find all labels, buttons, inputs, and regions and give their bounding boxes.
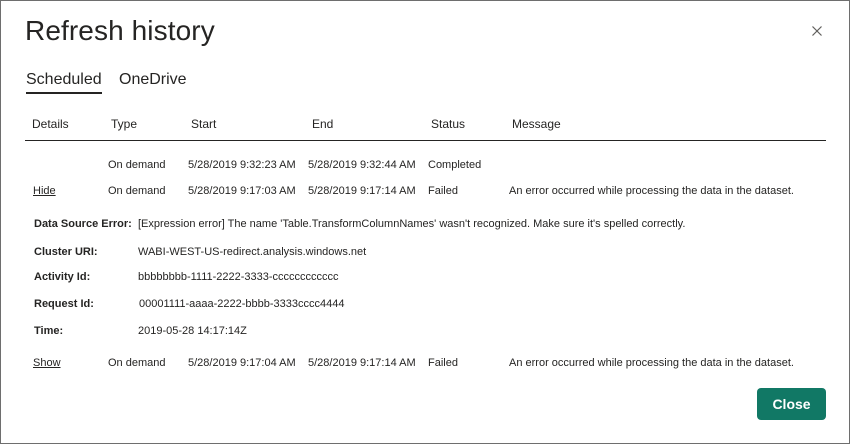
- show-details-link[interactable]: Show: [33, 357, 61, 369]
- column-header-details: Details: [32, 117, 69, 131]
- detail-value-cluster-uri: WABI-WEST-US-redirect.analysis.windows.n…: [138, 246, 367, 258]
- detail-label-time: Time:: [34, 325, 64, 337]
- detail-label-data-source-error: Data Source Error:: [34, 218, 132, 230]
- row-message: An error occurred while processing the d…: [509, 185, 794, 197]
- row-start: 5/28/2019 9:17:04 AM: [188, 357, 296, 369]
- row-end: 5/28/2019 9:17:14 AM: [308, 357, 416, 369]
- row-end: 5/28/2019 9:17:14 AM: [308, 185, 416, 197]
- row-end: 5/28/2019 9:32:44 AM: [308, 159, 416, 171]
- detail-value-activity-id: bbbbbbbb-1111-2222-3333-cccccccccccc: [138, 271, 339, 283]
- detail-label-request-id: Request Id:: [34, 298, 94, 310]
- tab-scheduled[interactable]: Scheduled: [26, 71, 102, 94]
- row-type: On demand: [108, 357, 166, 369]
- row-start: 5/28/2019 9:32:23 AM: [188, 159, 296, 171]
- detail-label-cluster-uri: Cluster URI:: [34, 246, 98, 258]
- column-header-message: Message: [512, 117, 561, 131]
- detail-value-time: 2019-05-28 14:17:14Z: [138, 325, 247, 337]
- hide-details-link[interactable]: Hide: [33, 185, 56, 197]
- row-start: 5/28/2019 9:17:03 AM: [188, 185, 296, 197]
- header-divider: [25, 140, 826, 141]
- column-header-start: Start: [191, 117, 217, 131]
- column-header-status: Status: [431, 117, 466, 131]
- close-button[interactable]: Close: [757, 388, 826, 420]
- refresh-history-dialog: Refresh history Scheduled OneDrive Detai…: [0, 0, 850, 444]
- row-status: Failed: [428, 357, 458, 369]
- close-icon[interactable]: [807, 21, 827, 41]
- row-type: On demand: [108, 159, 166, 171]
- detail-label-activity-id: Activity Id:: [34, 271, 91, 283]
- row-type: On demand: [108, 185, 166, 197]
- row-message: An error occurred while processing the d…: [509, 357, 794, 369]
- row-status: Failed: [428, 185, 458, 197]
- dialog-title: Refresh history: [25, 15, 215, 46]
- detail-value-request-id: 00001111-aaaa-2222-bbbb-3333cccc4444: [139, 298, 345, 310]
- detail-value-data-source-error: [Expression error] The name 'Table.Trans…: [138, 218, 686, 230]
- column-header-type: Type: [111, 117, 138, 131]
- column-header-end: End: [312, 117, 334, 131]
- tab-onedrive[interactable]: OneDrive: [119, 71, 187, 89]
- row-status: Completed: [428, 159, 482, 171]
